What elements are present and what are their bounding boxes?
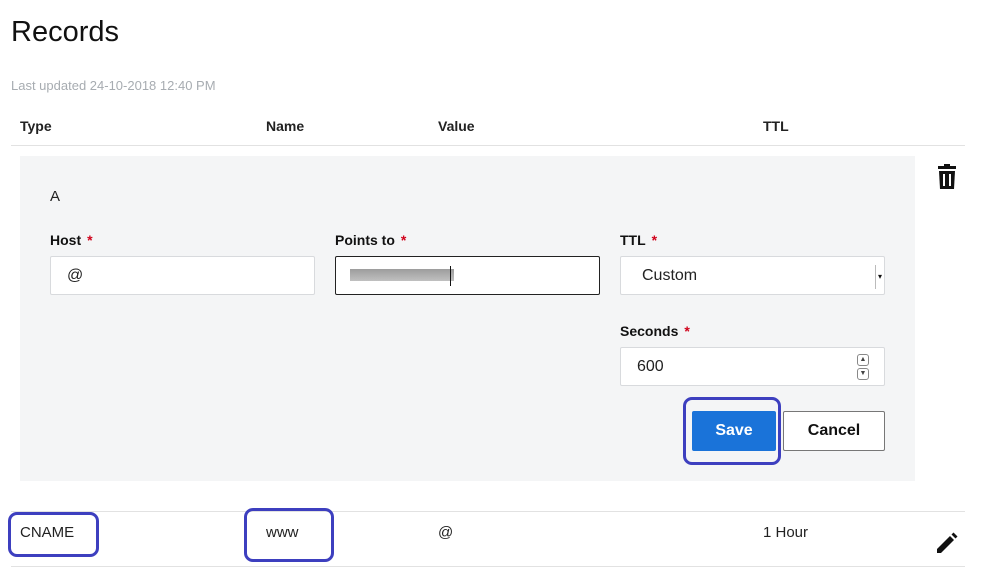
column-header-value: Value xyxy=(438,118,475,134)
last-updated-text: Last updated 24-10-2018 12:40 PM xyxy=(11,78,216,93)
points-to-field[interactable] xyxy=(335,256,600,295)
required-mark: * xyxy=(651,232,658,248)
seconds-input[interactable] xyxy=(637,358,837,376)
points-to-label: Points to * xyxy=(335,232,406,248)
seconds-label: Seconds * xyxy=(620,323,690,339)
required-mark: * xyxy=(87,232,93,248)
dropdown-arrow-icon[interactable]: ▾ xyxy=(875,265,882,289)
redacted-value xyxy=(350,269,454,281)
ttl-selected-value: Custom xyxy=(642,267,698,284)
row-divider-top xyxy=(11,511,965,512)
page-title: Records xyxy=(11,16,119,48)
seconds-field[interactable]: ▲ ▼ xyxy=(620,347,885,386)
stepper-down-icon[interactable]: ▼ xyxy=(857,368,869,380)
record-value-cell: @ xyxy=(438,524,454,541)
ttl-select[interactable]: Custom ▾ xyxy=(620,256,885,295)
trash-icon[interactable] xyxy=(936,164,958,190)
cancel-button[interactable]: Cancel xyxy=(783,411,885,451)
save-button[interactable]: Save xyxy=(692,411,776,451)
ttl-label: TTL * xyxy=(620,232,657,248)
column-header-type: Type xyxy=(20,118,52,134)
host-label: Host * xyxy=(50,232,93,248)
required-mark: * xyxy=(684,323,690,339)
required-mark: * xyxy=(400,232,407,248)
record-type-label: A xyxy=(50,188,61,205)
header-divider xyxy=(11,145,965,146)
row-divider-bottom xyxy=(11,566,965,567)
record-type-cell: CNAME xyxy=(20,524,75,541)
text-caret xyxy=(450,266,451,286)
record-ttl-cell: 1 Hour xyxy=(763,524,809,541)
column-header-ttl: TTL xyxy=(763,118,789,134)
host-input[interactable] xyxy=(67,267,298,285)
seconds-stepper[interactable]: ▲ ▼ xyxy=(857,354,869,380)
stepper-up-icon[interactable]: ▲ xyxy=(857,354,869,366)
record-name-cell: www xyxy=(266,524,299,541)
host-label-text: Host xyxy=(50,232,82,248)
ttl-label-text: TTL xyxy=(620,232,646,248)
points-to-label-text: Points to xyxy=(335,232,395,248)
column-header-name: Name xyxy=(266,118,305,134)
seconds-label-text: Seconds xyxy=(620,323,679,339)
host-field[interactable] xyxy=(50,256,315,295)
pencil-icon[interactable] xyxy=(934,530,960,556)
